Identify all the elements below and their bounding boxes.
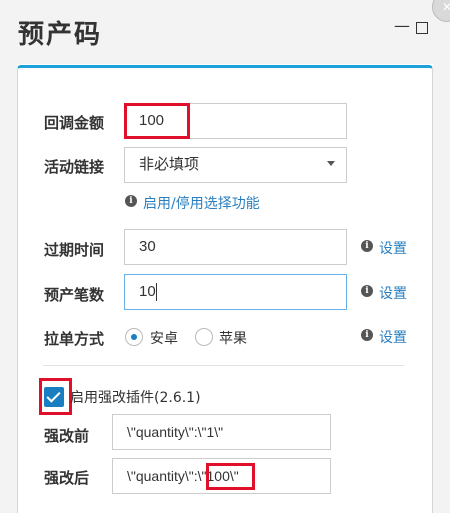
expire-time-label: 过期时间 xyxy=(44,241,105,259)
plugin-checkbox-label: 启用强改插件(2.6.1) xyxy=(70,390,201,406)
preproduce-settings-link[interactable]: 设置 xyxy=(379,283,407,303)
preproduce-count-label: 预产笔数 xyxy=(44,286,105,304)
android-radio[interactable] xyxy=(125,328,143,346)
activity-link-label: 活动链接 xyxy=(44,158,105,176)
after-label: 强改后 xyxy=(44,469,90,487)
minimize-button[interactable]: — xyxy=(394,18,410,34)
pull-method-settings-link[interactable]: 设置 xyxy=(379,327,407,347)
expire-time-input[interactable]: 30 xyxy=(124,229,347,265)
highlight-box xyxy=(206,463,255,490)
title-bar: 预产码 — ✕ xyxy=(0,0,450,64)
maximize-button[interactable] xyxy=(416,22,428,34)
info-icon: i xyxy=(361,240,373,252)
chevron-down-icon xyxy=(327,161,335,166)
toggle-select-link[interactable]: 启用/停用选择功能 xyxy=(143,193,260,213)
close-icon: ✕ xyxy=(442,0,450,14)
apple-radio[interactable] xyxy=(195,328,213,346)
expire-time-settings-link[interactable]: 设置 xyxy=(379,238,407,258)
info-icon: i xyxy=(361,329,373,341)
right-background xyxy=(433,64,450,513)
left-background xyxy=(0,64,17,513)
text-cursor xyxy=(156,283,157,301)
info-icon: i xyxy=(361,285,373,297)
highlight-box xyxy=(124,103,190,139)
activity-link-select[interactable]: 非必填项 xyxy=(124,147,347,183)
preproduce-count-input[interactable]: 10 xyxy=(124,274,347,310)
before-label: 强改前 xyxy=(44,427,90,445)
apple-radio-label: 苹果 xyxy=(219,331,247,347)
pull-method-label: 拉单方式 xyxy=(44,330,105,348)
plugin-checkbox[interactable] xyxy=(44,387,64,407)
info-icon: i xyxy=(125,195,137,207)
divider xyxy=(43,365,404,366)
window-title: 预产码 xyxy=(18,20,103,50)
before-input[interactable]: \"quantity\":\"1\" xyxy=(112,414,331,450)
callback-amount-label: 回调金额 xyxy=(44,114,105,132)
android-radio-label: 安卓 xyxy=(150,331,178,347)
